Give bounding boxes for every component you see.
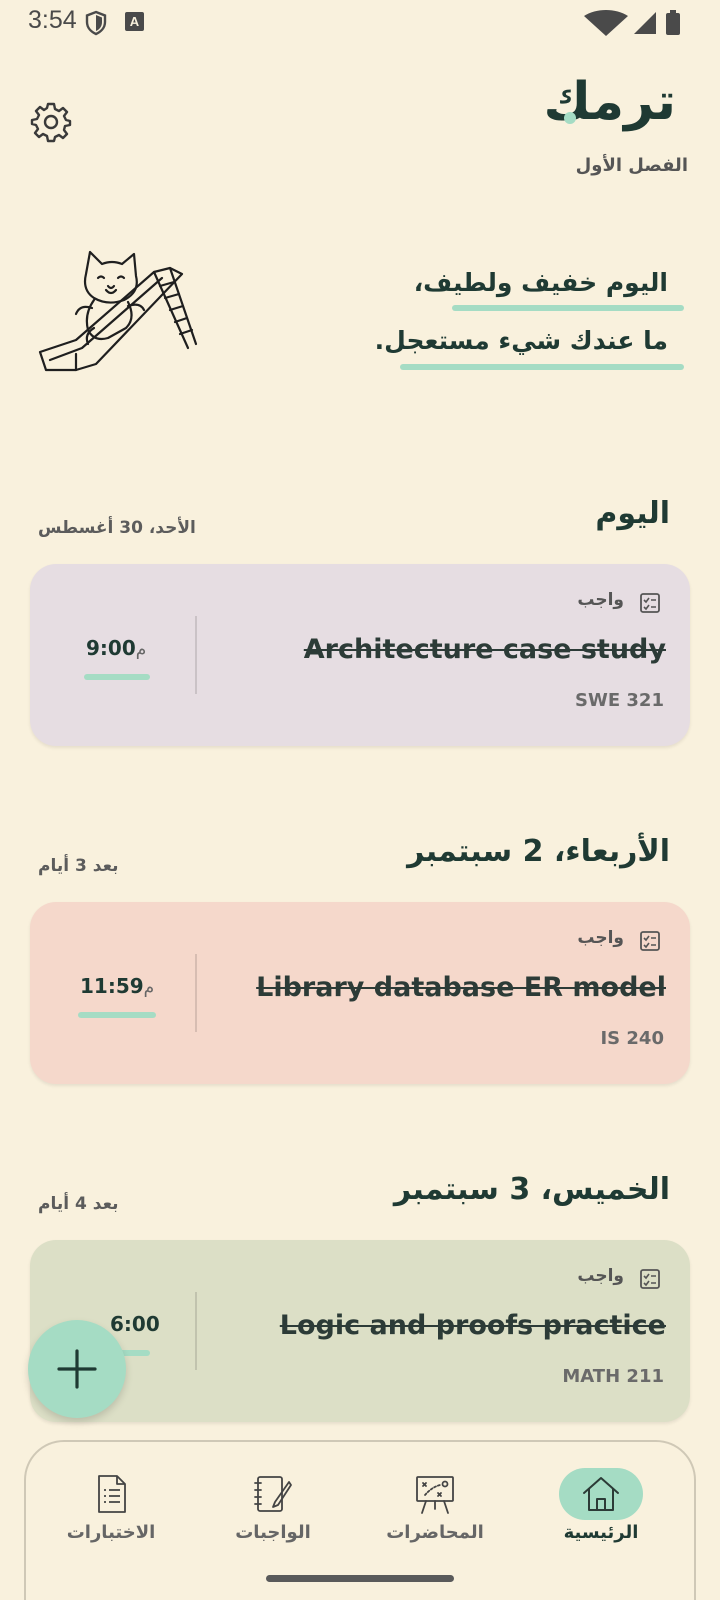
shield-icon bbox=[85, 10, 107, 36]
add-button[interactable] bbox=[28, 1320, 126, 1418]
section-subtitle-today: الأحد، 30 أغسطس bbox=[38, 518, 196, 538]
nav-label: الاختبارات bbox=[66, 1522, 156, 1543]
status-bar: 3:54 A bbox=[0, 0, 720, 44]
notebook-pen-icon bbox=[254, 1476, 292, 1512]
status-time: 3:54 bbox=[28, 6, 77, 34]
card-divider bbox=[195, 954, 197, 1032]
nav-icon-container bbox=[559, 1468, 643, 1520]
nav-item-home[interactable]: الرئيسية bbox=[526, 1462, 676, 1562]
section-title-wed: الأربعاء، 2 سبتمبر bbox=[407, 834, 670, 869]
checklist-icon bbox=[640, 593, 660, 613]
card-time-value: 9:00 bbox=[86, 636, 136, 660]
section-subtitle-thu: بعد 4 أيام bbox=[38, 1194, 119, 1214]
card-time-value: 11:59 bbox=[80, 974, 144, 998]
task-card[interactable]: واجب Library database ER model IS 240 م1… bbox=[30, 902, 690, 1084]
title-dot bbox=[564, 112, 576, 124]
card-tag: واجب bbox=[577, 1266, 624, 1286]
nav-icon-container bbox=[231, 1468, 315, 1520]
time-underline bbox=[78, 1012, 156, 1018]
card-divider bbox=[195, 1292, 197, 1370]
presentation-board-icon bbox=[416, 1476, 454, 1514]
card-time: م11:59 bbox=[80, 974, 158, 998]
signal-icon bbox=[634, 12, 656, 34]
card-course-code: IS 240 bbox=[600, 1028, 664, 1049]
card-course-code: SWE 321 bbox=[575, 690, 664, 711]
card-tag: واجب bbox=[577, 590, 624, 610]
checklist-icon bbox=[640, 931, 660, 951]
hero-line-2: ما عندك شيء مستعجل. bbox=[374, 326, 668, 355]
hero-line-1: اليوم خفيف ولطيف، bbox=[413, 268, 668, 297]
plus-icon bbox=[57, 1349, 97, 1389]
nav-icon-container bbox=[393, 1468, 477, 1520]
nav-item-exams[interactable]: الاختبارات bbox=[36, 1462, 186, 1562]
card-time: م9:00 bbox=[86, 636, 150, 660]
section-title-thu: الخميس، 3 سبتمبر bbox=[393, 1172, 670, 1207]
checklist-icon bbox=[640, 1269, 660, 1289]
wifi-icon bbox=[584, 10, 628, 36]
card-ampm: م bbox=[143, 978, 155, 998]
hero-underline-2 bbox=[400, 364, 684, 370]
battery-icon bbox=[666, 13, 680, 35]
home-icon bbox=[583, 1477, 619, 1511]
nav-icon-container bbox=[69, 1468, 153, 1520]
section-subtitle-wed: بعد 3 أيام bbox=[38, 856, 119, 876]
nav-label: المحاضرات bbox=[386, 1522, 484, 1543]
settings-gear-icon[interactable] bbox=[30, 101, 72, 143]
gesture-handle[interactable] bbox=[266, 1575, 454, 1582]
nav-label: الواجبات bbox=[235, 1522, 311, 1543]
section-title-today: اليوم bbox=[595, 496, 670, 531]
document-list-icon bbox=[98, 1475, 126, 1513]
card-title: Logic and proofs practice bbox=[279, 1310, 666, 1341]
card-divider bbox=[195, 616, 197, 694]
app-title: ترمك bbox=[543, 72, 677, 132]
nav-label: الرئيسية bbox=[563, 1522, 639, 1543]
nav-item-assignments[interactable]: الواجبات bbox=[198, 1462, 348, 1562]
time-underline bbox=[84, 674, 150, 680]
status-indicators bbox=[584, 10, 680, 36]
accessibility-badge-icon: A bbox=[125, 12, 144, 31]
nav-item-lectures[interactable]: المحاضرات bbox=[360, 1462, 510, 1562]
hero-underline-1 bbox=[452, 305, 684, 311]
card-title: Library database ER model bbox=[256, 972, 666, 1003]
card-ampm: م bbox=[135, 640, 147, 660]
task-card[interactable]: واجب Logic and proofs practice MATH 211 … bbox=[30, 1240, 690, 1422]
card-course-code: MATH 211 bbox=[562, 1366, 664, 1387]
cat-slide-illustration bbox=[38, 250, 198, 372]
card-tag: واجب bbox=[577, 928, 624, 948]
task-card[interactable]: واجب Architecture case study SWE 321 م9:… bbox=[30, 564, 690, 746]
screen: 3:54 A ترمك الفصل الأول اليوم خفيف ولطيف… bbox=[0, 0, 720, 1600]
semester-label: الفصل الأول bbox=[575, 155, 688, 176]
card-title: Architecture case study bbox=[303, 634, 666, 665]
